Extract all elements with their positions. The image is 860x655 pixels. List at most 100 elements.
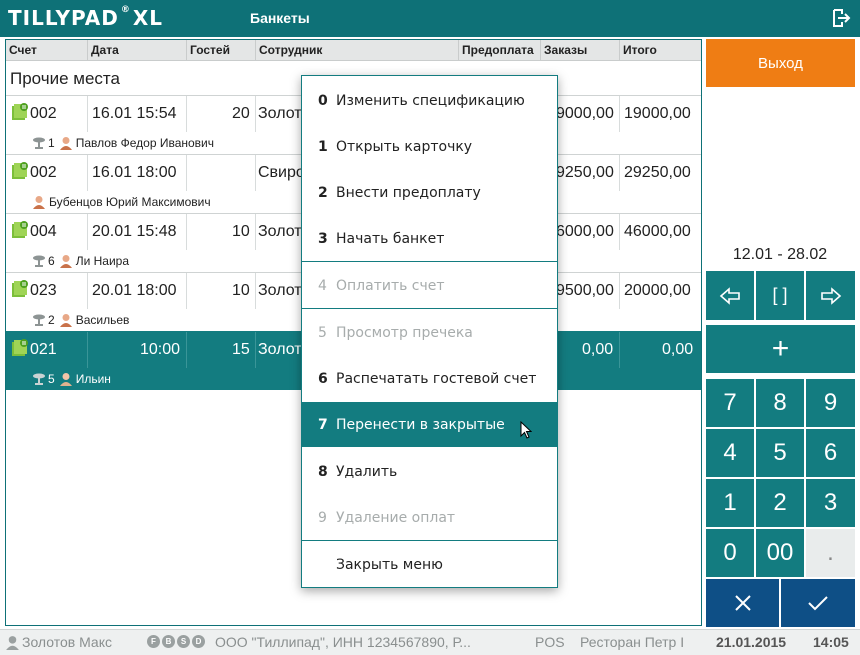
menu-item-label: Изменить спецификацию (336, 92, 525, 109)
group-title: Прочие места (10, 69, 120, 88)
bill-date: 16.01 18:00 (92, 164, 177, 181)
key-7[interactable]: 7 (706, 379, 754, 427)
bill-date: 20.01 18:00 (92, 282, 177, 299)
logout-icon[interactable] (831, 8, 851, 28)
menu-item-label: Удаление оплат (336, 509, 456, 526)
current-period-button[interactable]: [ ] (756, 271, 804, 320)
person-name: Павлов Федор Иванович (75, 136, 214, 150)
bill-orders: 0,00 (582, 341, 614, 358)
menu-item-close-menu[interactable]: Закрыть меню (302, 542, 557, 587)
person-name: Васильев (75, 313, 130, 327)
bill-date: 10:00 (140, 341, 181, 358)
arrow-left-icon (719, 286, 740, 305)
table-icon (33, 255, 45, 267)
key-4[interactable]: 4 (706, 429, 754, 477)
next-period-button[interactable] (806, 271, 855, 320)
person-name: Бубенцов Юрий Максимович (49, 195, 211, 209)
bill-number: 023 (30, 282, 57, 299)
menu-item-label: Удалить (336, 463, 398, 480)
bill-employee: Свиро (258, 164, 305, 181)
bill-date: 20.01 15:48 (92, 223, 177, 240)
menu-divider (302, 261, 557, 262)
key-9[interactable]: 9 (806, 379, 855, 427)
status-flags: F B S D (147, 635, 205, 648)
check-icon (808, 596, 828, 611)
bill-orders: 9500,00 (556, 282, 614, 299)
menu-item-prepayment[interactable]: 2 Внести предоплату (302, 170, 557, 215)
mouse-cursor-icon (520, 421, 532, 439)
table-number: 6 (48, 254, 55, 268)
person-icon (59, 255, 72, 268)
col-employee[interactable]: Сотрудник (255, 40, 322, 61)
key-2[interactable]: 2 (756, 479, 804, 527)
menu-item-print-guest-bill[interactable]: 6 Распечатать гостевой счет (302, 356, 557, 401)
table-number: 2 (48, 313, 55, 327)
user-icon (6, 636, 19, 650)
exit-button[interactable]: Выход (706, 39, 855, 87)
menu-item-open-card[interactable]: 1 Открыть карточку (302, 124, 557, 169)
table-number: 1 (48, 136, 55, 150)
key-8[interactable]: 8 (756, 379, 804, 427)
col-guests[interactable]: Гостей (186, 40, 230, 61)
key-dot[interactable]: . (806, 529, 855, 577)
bill-guests: 20 (232, 105, 250, 122)
right-panel: Выход 12.01 - 28.02 [ ] + 7 8 9 4 5 6 1 … (705, 37, 860, 629)
menu-item-delete[interactable]: 8 Удалить (302, 449, 557, 494)
menu-item-precheck-view: 5 Просмотр пречека (318, 324, 473, 341)
menu-item-move-to-closed[interactable]: 7 Перенести в закрытые (302, 402, 557, 447)
logo-text: TILLYPAD (8, 6, 119, 30)
confirm-button[interactable] (781, 579, 855, 627)
menu-divider (302, 308, 557, 309)
menu-item-edit-spec[interactable]: 0 Изменить спецификацию (302, 78, 557, 123)
menu-item-label: Открыть карточку (336, 138, 473, 155)
person-name: Ли Наира (75, 254, 129, 268)
bill-total: 46000,00 (624, 223, 691, 240)
date-range[interactable]: 12.01 - 28.02 (705, 246, 855, 264)
cancel-button[interactable] (706, 579, 779, 627)
key-3[interactable]: 3 (806, 479, 855, 527)
menu-item-label: Закрыть меню (336, 556, 443, 573)
person-icon (59, 314, 72, 327)
add-button[interactable]: + (706, 325, 855, 373)
col-total[interactable]: Итого (619, 40, 657, 61)
arrow-right-icon (820, 286, 841, 305)
close-icon (734, 595, 751, 611)
bill-total: 19000,00 (624, 105, 691, 122)
status-date: 21.01.2015 (716, 634, 787, 650)
bill-orders: 6000,00 (556, 223, 614, 240)
person-icon (33, 196, 45, 209)
flag-f-icon: F (147, 635, 160, 648)
menu-item-pay-bill: 4 Оплатить счет (318, 277, 445, 294)
bill-employee: Золот (258, 341, 302, 358)
column-header: Счет Дата Гостей Сотрудник Предоплата За… (6, 40, 701, 61)
col-prepayment[interactable]: Предоплата (458, 40, 534, 61)
restaurant-name: Ресторан Петр I (580, 634, 685, 650)
menu-item-label: Внести предоплату (336, 184, 481, 201)
flag-d-icon: D (192, 635, 205, 648)
bill-number: 004 (30, 223, 57, 240)
bill-guests: 10 (232, 282, 250, 299)
app-logo: TILLYPAD ® XL (8, 5, 164, 30)
logo-suffix: XL (132, 6, 164, 30)
bill-total: 29250,00 (624, 164, 691, 181)
table-number: 5 (48, 372, 55, 386)
menu-item-start-banquet[interactable]: 3 Начать банкет (302, 216, 557, 261)
key-0[interactable]: 0 (706, 529, 754, 577)
col-bill[interactable]: Счет (6, 43, 37, 57)
key-1[interactable]: 1 (706, 479, 754, 527)
bill-employee: Золот (258, 105, 302, 122)
person-icon (59, 373, 72, 386)
bill-number: 021 (30, 341, 57, 358)
menu-item-label: Распечатать гостевой счет (336, 370, 537, 387)
key-6[interactable]: 6 (806, 429, 855, 477)
current-user: Золотов Макс (22, 634, 112, 650)
key-5[interactable]: 5 (756, 429, 804, 477)
col-orders[interactable]: Заказы (540, 40, 587, 61)
prev-period-button[interactable] (706, 271, 754, 320)
key-00[interactable]: 00 (756, 529, 804, 577)
table-icon (33, 373, 45, 385)
bill-icon (12, 221, 28, 238)
top-bar: TILLYPAD ® XL Банкеты (0, 0, 860, 37)
col-date[interactable]: Дата (87, 40, 119, 61)
bill-number: 002 (30, 164, 57, 181)
